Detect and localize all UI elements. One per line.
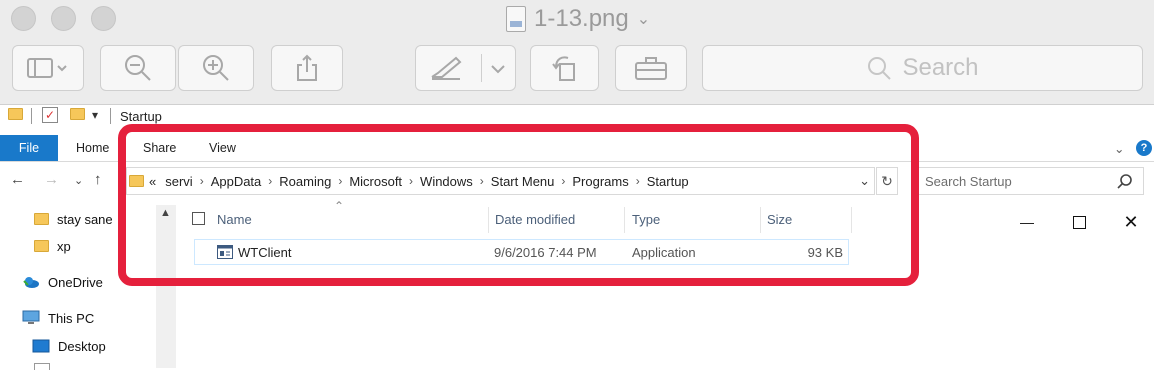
folder-search-field[interactable]: Search Startup	[918, 167, 1144, 195]
toolbox-button[interactable]	[615, 45, 687, 91]
divider	[31, 108, 32, 124]
close-window-button[interactable]	[11, 6, 36, 31]
tab-home[interactable]: Home	[76, 135, 109, 161]
sidebar-toggle-button[interactable]	[12, 45, 84, 91]
preview-search-field[interactable]: Search	[702, 45, 1143, 91]
preview-toolbar: 1-13.png ⌄ Search	[0, 0, 1154, 105]
minimize-window-button[interactable]	[51, 6, 76, 31]
highlight-annotation	[118, 124, 919, 286]
folder-icon	[34, 213, 49, 225]
share-button[interactable]	[271, 45, 343, 91]
search-placeholder: Search	[902, 54, 979, 81]
nav-item-label: xp	[57, 238, 71, 254]
back-arrow-icon[interactable]: ←	[10, 171, 25, 188]
divider	[110, 108, 111, 124]
rotate-left-icon	[551, 56, 575, 81]
onedrive-cloud-icon	[23, 277, 39, 288]
nav-item-label: OneDrive	[48, 274, 103, 290]
zoom-out-button[interactable]	[100, 45, 176, 91]
zoom-in-button[interactable]	[178, 45, 254, 91]
toolbox-icon	[635, 57, 667, 80]
folder-icon	[34, 240, 49, 252]
forward-arrow-icon[interactable]: →	[44, 171, 59, 188]
tab-file[interactable]: File	[0, 135, 58, 161]
maximize-icon[interactable]	[1064, 211, 1094, 233]
help-icon[interactable]: ?	[1136, 140, 1152, 156]
share-icon	[297, 54, 317, 81]
nav-item-label: stay sane	[57, 211, 113, 227]
markup-toolbar-button[interactable]	[415, 45, 516, 91]
chevron-down-icon	[491, 65, 505, 74]
properties-icon[interactable]: ✓	[42, 107, 58, 123]
recent-locations-icon[interactable]: ⌄	[74, 174, 83, 187]
folder-icon	[8, 108, 23, 126]
nav-item-onedrive[interactable]: OneDrive	[22, 272, 103, 292]
expand-ribbon-icon[interactable]: ⌄	[1114, 135, 1124, 161]
chevron-down-icon: ⌄	[636, 11, 651, 28]
nav-item-desktop[interactable]: Desktop	[32, 336, 106, 356]
zoom-in-icon	[203, 55, 229, 81]
minimize-icon[interactable]: —	[1012, 211, 1042, 233]
computer-icon	[22, 310, 40, 324]
document-title-text: 1-13.png	[534, 5, 629, 32]
window-title: Startup	[120, 109, 162, 124]
image-document-icon	[506, 6, 526, 32]
desktop-icon	[32, 339, 50, 353]
up-arrow-icon[interactable]: ↑	[94, 171, 102, 188]
nav-item-label: This PC	[48, 310, 95, 326]
zoom-window-button[interactable]	[91, 6, 116, 31]
folder-search-placeholder: Search Startup	[925, 173, 1012, 189]
rotate-button[interactable]	[530, 45, 599, 91]
pen-icon	[431, 56, 462, 80]
sidebar-icon	[27, 58, 67, 78]
customize-quick-access-icon[interactable]: ▾	[92, 108, 98, 122]
nav-item-this-pc[interactable]: This PC	[22, 308, 94, 328]
search-icon	[868, 57, 892, 80]
nav-item-label: Desktop	[58, 338, 106, 354]
nav-item-xp[interactable]: xp	[34, 236, 71, 256]
close-icon[interactable]: ✕	[1116, 211, 1146, 233]
new-folder-icon[interactable]	[70, 108, 85, 126]
nav-item-stay-sane[interactable]: stay sane	[34, 209, 113, 229]
search-icon	[1117, 174, 1132, 189]
folder-icon	[34, 363, 50, 370]
zoom-out-icon	[125, 55, 151, 81]
document-title[interactable]: 1-13.png ⌄	[506, 4, 650, 34]
